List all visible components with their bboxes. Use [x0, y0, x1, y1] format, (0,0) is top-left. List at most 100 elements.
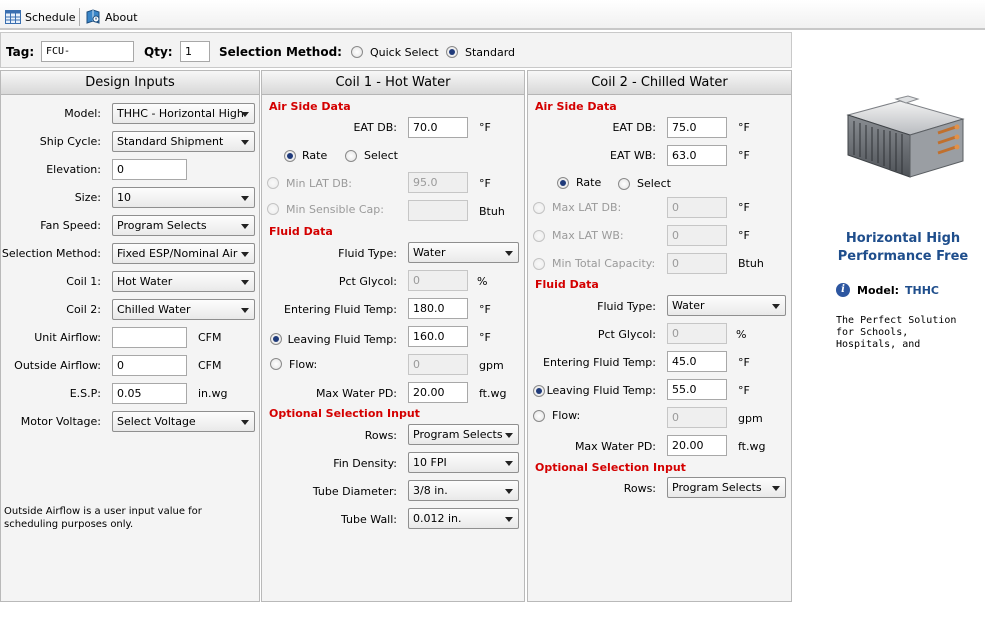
- coil1-select-radio[interactable]: [345, 150, 357, 162]
- coil1-lft-input[interactable]: [408, 326, 468, 347]
- esp-input[interactable]: [112, 383, 187, 404]
- coil2-fluid-heading: Fluid Data: [535, 278, 599, 291]
- coil2-eat-db-label: EAT DB:: [612, 121, 656, 134]
- coil2-eat-db-input[interactable]: [667, 117, 727, 138]
- coil1-lft-radio[interactable]: [270, 333, 282, 345]
- coil2-lft-unit: °F: [738, 384, 750, 397]
- ship-cycle-select[interactable]: Standard Shipment: [112, 131, 255, 152]
- coil1-fluid-heading: Fluid Data: [269, 225, 333, 238]
- coil1-rate-radio[interactable]: [284, 150, 296, 162]
- coil1-pct-glycol-input[interactable]: [408, 270, 468, 291]
- coil1-flow-radio[interactable]: [270, 358, 282, 370]
- size-select[interactable]: 10: [112, 187, 255, 208]
- esp-label: E.S.P:: [69, 387, 101, 400]
- coil1-eft-input[interactable]: [408, 298, 468, 319]
- coil2-eat-wb-input[interactable]: [667, 145, 727, 166]
- qty-input[interactable]: [180, 41, 210, 62]
- coil2-eft-input[interactable]: [667, 351, 727, 372]
- chevron-down-icon: [241, 280, 249, 285]
- coil2-rows-select[interactable]: Program Selects: [667, 477, 786, 498]
- quick-select-radio[interactable]: [351, 46, 363, 58]
- coil2-pct-glycol-input[interactable]: [667, 323, 727, 344]
- coil1-fluid-type-label: Fluid Type:: [338, 247, 397, 260]
- selection-method-select[interactable]: Fixed ESP/Nominal Air: [112, 243, 255, 264]
- coil2-max-lat-wb-radio[interactable]: [533, 230, 545, 242]
- motor-voltage-label: Motor Voltage:: [20, 415, 101, 428]
- info-icon[interactable]: i: [836, 283, 850, 297]
- fan-speed-label: Fan Speed:: [40, 219, 101, 232]
- coil2-rate-radio[interactable]: [557, 177, 569, 189]
- coil1-eft-unit: °F: [479, 303, 491, 316]
- schedule-label: Schedule: [25, 10, 76, 24]
- coil1-fin-select[interactable]: 10 FPI: [408, 452, 519, 473]
- coil2-select-radio[interactable]: [618, 178, 630, 190]
- quick-select-label: Quick Select: [370, 46, 439, 59]
- coil1-rows-select[interactable]: Program Selects: [408, 424, 519, 445]
- elevation-label: Elevation:: [46, 163, 101, 176]
- coil1-lft-unit: °F: [479, 331, 491, 344]
- coil2-max-lat-db-input[interactable]: [667, 197, 727, 218]
- coil2-select[interactable]: Chilled Water: [112, 299, 255, 320]
- coil2-lft-radio[interactable]: [533, 385, 545, 397]
- model-label: Model:: [64, 107, 101, 120]
- chevron-down-icon: [772, 486, 780, 491]
- coil1-eat-db-input[interactable]: [408, 117, 468, 138]
- coil2-max-lat-wb-input[interactable]: [667, 225, 727, 246]
- coil1-flow-input[interactable]: [408, 354, 468, 375]
- esp-unit: in.wg: [198, 387, 228, 400]
- coil2-label: Coil 2:: [66, 303, 101, 316]
- coil1-flow-unit: gpm: [479, 359, 504, 372]
- outside-airflow-label: Outside Airflow:: [14, 359, 101, 372]
- coil2-min-total-input[interactable]: [667, 253, 727, 274]
- coil1-fluid-type-select[interactable]: Water: [408, 242, 519, 263]
- coil1-rows-label: Rows:: [364, 429, 397, 442]
- coil2-panel: Coil 2 - Chilled Water Air Side Data EAT…: [527, 70, 792, 602]
- coil2-pct-glycol-label: Pct Glycol:: [597, 328, 656, 341]
- design-inputs-title: Design Inputs: [1, 71, 259, 95]
- coil1-min-lat-radio[interactable]: [267, 177, 279, 189]
- coil1-tube-dia-select[interactable]: 3/8 in.: [408, 480, 519, 501]
- ship-cycle-label: Ship Cycle:: [39, 135, 101, 148]
- coil1-max-pd-input[interactable]: [408, 382, 468, 403]
- coil2-flow-input[interactable]: [667, 407, 727, 428]
- coil1-label: Coil 1:: [66, 275, 101, 288]
- coil2-fluid-type-select[interactable]: Water: [667, 295, 786, 316]
- schedule-button[interactable]: Schedule: [5, 8, 76, 26]
- unit-airflow-input[interactable]: [112, 327, 187, 348]
- coil2-flow-radio[interactable]: [533, 410, 545, 422]
- unit-airflow-label: Unit Airflow:: [34, 331, 101, 344]
- coil1-min-lat-unit: °F: [479, 177, 491, 190]
- coil2-eat-wb-unit: °F: [738, 149, 750, 162]
- toolbar-separator: [79, 8, 80, 26]
- coil1-tube-wall-label: Tube Wall:: [341, 513, 397, 526]
- coil2-pct-glycol-unit: %: [736, 328, 747, 341]
- coil2-flow-unit: gpm: [738, 412, 763, 425]
- coil2-max-pd-input[interactable]: [667, 435, 727, 456]
- coil1-min-sens-unit: Btuh: [479, 205, 505, 218]
- coil1-min-lat-input[interactable]: [408, 172, 468, 193]
- tag-input[interactable]: [41, 41, 134, 62]
- model-select[interactable]: THHC - Horizontal High: [112, 103, 255, 124]
- coil2-flow-label: Flow:: [552, 409, 581, 422]
- coil1-tube-wall-select[interactable]: 0.012 in.: [408, 508, 519, 529]
- size-label: Size:: [74, 191, 101, 204]
- coil1-max-pd-label: Max Water PD:: [315, 387, 397, 400]
- coil2-eft-unit: °F: [738, 356, 750, 369]
- coil1-select[interactable]: Hot Water: [112, 271, 255, 292]
- coil2-rows-label: Rows:: [623, 482, 656, 495]
- about-button[interactable]: About: [85, 8, 138, 26]
- elevation-input[interactable]: [112, 159, 187, 180]
- coil1-select-label: Select: [364, 149, 398, 162]
- coil1-min-sens-input[interactable]: [408, 200, 468, 221]
- coil2-min-total-radio[interactable]: [533, 258, 545, 270]
- coil2-lft-input[interactable]: [667, 379, 727, 400]
- coil1-flow-label: Flow:: [289, 358, 318, 371]
- coil2-max-lat-db-radio[interactable]: [533, 202, 545, 214]
- coil2-fluid-type-label: Fluid Type:: [597, 300, 656, 313]
- qty-label: Qty:: [144, 45, 173, 59]
- motor-voltage-select[interactable]: Select Voltage: [112, 411, 255, 432]
- standard-radio[interactable]: [446, 46, 458, 58]
- coil1-min-sens-radio[interactable]: [267, 203, 279, 215]
- outside-airflow-input[interactable]: [112, 355, 187, 376]
- fan-speed-select[interactable]: Program Selects: [112, 215, 255, 236]
